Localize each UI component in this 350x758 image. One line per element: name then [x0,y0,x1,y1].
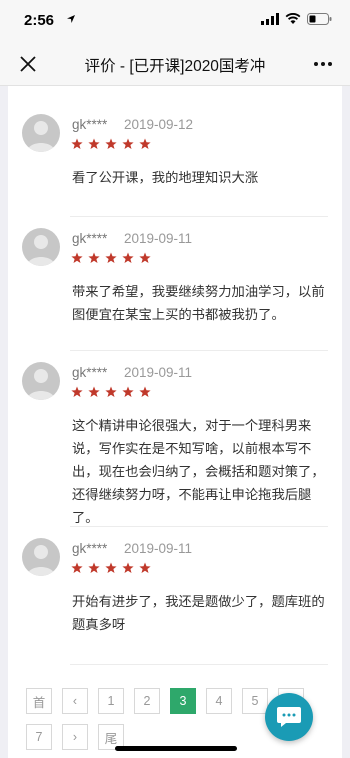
star-icon [88,252,100,263]
reviews-panel: gk**** 2019-09-12 看了公开课，我的地理知识大涨 gk**** … [8,86,342,758]
status-time: 2:56 [24,12,55,29]
review-item: gk**** 2019-09-11 这个精讲申论很强大，对于一个理科男来说，写作… [22,362,328,526]
default-avatar-icon [27,235,55,266]
wifi-icon [285,13,301,24]
signal-icon [261,13,279,25]
review-username: gk**** [72,231,108,246]
star-icon [88,562,100,573]
chat-button[interactable] [265,693,313,741]
divider [70,350,328,351]
status-bar: 2:56 [0,0,350,42]
review-text: 开始有进步了，我还是题做少了，题库班的题真多呀 [72,594,325,632]
avatar [22,538,60,576]
star-icon [122,252,134,263]
chat-bubble-icon [277,707,301,727]
avatar [22,228,60,266]
review-date: 2019-09-11 [124,365,193,380]
review-item: gk**** 2019-09-11 开始有进步了，我还是题做少了，题库班的题真多… [22,538,328,648]
avatar [22,114,60,152]
star-icon [105,386,117,397]
review-date: 2019-09-11 [124,541,193,556]
default-avatar-icon [27,121,55,152]
default-avatar-icon [27,369,55,400]
next-page-button[interactable]: › [62,724,88,750]
divider [70,216,328,217]
star-icon [88,138,100,149]
star-icon [139,252,151,263]
star-icon [105,138,117,149]
close-icon[interactable] [16,52,40,76]
star-icon [71,138,83,149]
star-icon [71,386,83,397]
review-username: gk**** [72,541,108,556]
more-icon[interactable] [312,54,334,74]
review-text: 这个精讲申论很强大，对于一个理科男来说，写作实在是不知写啥，以前根本写不出，现在… [72,418,325,525]
review-item: gk**** 2019-09-11 带来了希望，我要继续努力加油学习，以前图便宜… [22,228,328,338]
rating-stars [71,562,151,574]
status-indicators [261,13,332,25]
review-date: 2019-09-11 [124,231,193,246]
rating-stars [71,386,151,398]
page-button-7[interactable]: 7 [26,724,52,750]
review-item: gk**** 2019-09-12 看了公开课，我的地理知识大涨 [22,114,328,214]
default-avatar-icon [27,545,55,576]
rating-stars [71,252,151,264]
star-icon [139,562,151,573]
nav-bar: 评价 - [已开课]2020国考冲 [0,42,350,86]
page-button-1[interactable]: 1 [98,688,124,714]
home-indicator [115,746,237,751]
page-title: 评价 - [已开课]2020国考冲 [84,58,266,75]
star-icon [88,386,100,397]
divider [70,526,328,527]
star-icon [71,252,83,263]
star-icon [105,252,117,263]
prev-page-button[interactable]: ‹ [62,688,88,714]
avatar [22,362,60,400]
review-username: gk**** [72,365,108,380]
review-username: gk**** [72,117,108,132]
star-icon [139,138,151,149]
star-icon [105,562,117,573]
page-button-5[interactable]: 5 [242,688,268,714]
star-icon [139,386,151,397]
star-icon [122,386,134,397]
location-arrow-icon [67,15,75,23]
first-page-button[interactable]: 首 [26,688,52,714]
battery-icon [307,13,332,25]
review-date: 2019-09-12 [124,117,194,132]
divider [70,664,328,665]
star-icon [122,138,134,149]
rating-stars [71,138,151,150]
review-text: 看了公开课，我的地理知识大涨 [72,170,259,185]
page-button-3-current[interactable]: 3 [170,688,196,714]
review-text: 带来了希望，我要继续努力加油学习，以前图便宜在某宝上买的书都被我扔了。 [72,284,325,322]
page-button-4[interactable]: 4 [206,688,232,714]
page-button-2[interactable]: 2 [134,688,160,714]
star-icon [71,562,83,573]
star-icon [122,562,134,573]
